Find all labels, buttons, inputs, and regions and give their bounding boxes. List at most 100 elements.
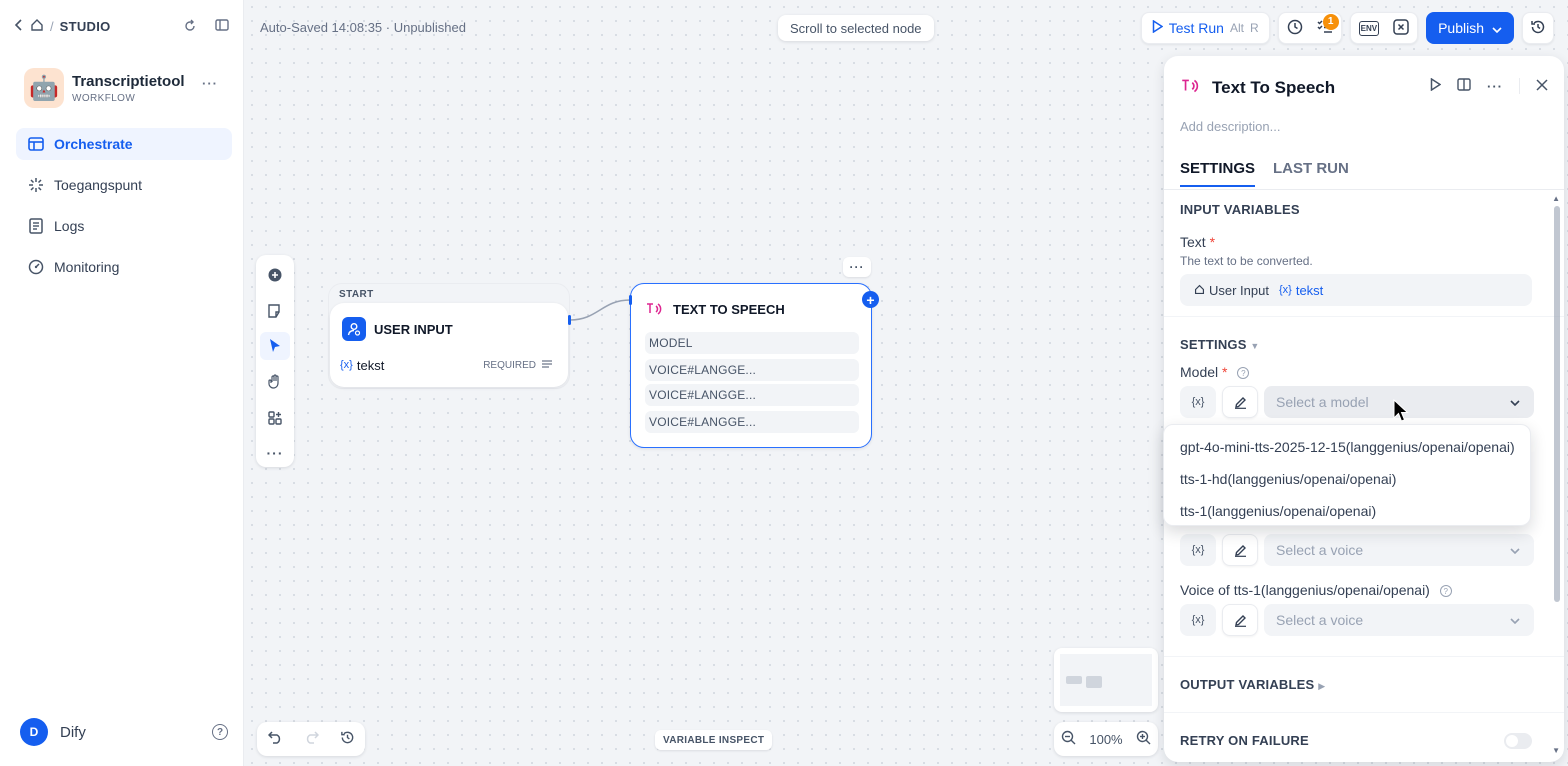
model-option[interactable]: tts-1-hd(langgenius/openai/openai)	[1164, 463, 1530, 495]
help-icon[interactable]: ?	[1439, 585, 1452, 598]
required-mark: *	[1209, 234, 1216, 250]
add-node-icon[interactable]	[260, 261, 290, 289]
variable-mode-button[interactable]: {x}	[1180, 386, 1216, 418]
app-card[interactable]: 🤖 Transcriptietool WORKFLOW ···	[24, 68, 224, 108]
node-header: TEXT TO SPEECH	[643, 298, 785, 320]
model-dropdown: gpt-4o-mini-tts-2025-12-15(langgenius/op…	[1163, 424, 1531, 526]
edit-mode-button[interactable]	[1222, 386, 1258, 418]
run-tools-group: 1	[1277, 12, 1342, 44]
variable-mode-button[interactable]: {x}	[1180, 604, 1216, 636]
version-history-button[interactable]	[1522, 12, 1554, 44]
hand-icon[interactable]	[260, 368, 290, 396]
text-field-label: Text *	[1180, 234, 1215, 250]
text-to-speech-node[interactable]: TEXT TO SPEECH MODEL VOICE#LANGGE... VOI…	[630, 283, 872, 448]
undo-icon[interactable]	[267, 730, 283, 748]
settings-section-title[interactable]: SETTINGS ▼	[1180, 337, 1260, 352]
panel-scrollbar[interactable]	[1554, 206, 1560, 602]
voice-select-2[interactable]: Select a voice	[1264, 534, 1534, 566]
redo-icon[interactable]	[304, 730, 319, 748]
zoom-level[interactable]: 100%	[1089, 732, 1122, 747]
chevron-down-icon	[1510, 395, 1520, 409]
node-field-model: MODEL	[645, 332, 859, 354]
back-chevron-icon[interactable]	[14, 19, 24, 34]
more-tools-icon[interactable]: ···	[260, 439, 290, 467]
text-lines-icon	[542, 359, 552, 371]
app-robot-icon: 🤖	[24, 68, 64, 108]
undo-redo-bar	[257, 722, 365, 756]
run-history-icon[interactable]	[1287, 19, 1303, 38]
minimap[interactable]	[1054, 648, 1158, 712]
env-icon[interactable]: ENV	[1358, 20, 1380, 36]
home-icon[interactable]	[30, 18, 44, 35]
add-next-node-icon[interactable]: +	[862, 291, 879, 308]
source-handle[interactable]	[568, 315, 571, 325]
variable-inspect-button[interactable]: VARIABLE INSPECT	[655, 730, 773, 750]
publish-button[interactable]: Publish	[1426, 12, 1514, 44]
panel-title[interactable]: Text To Speech	[1212, 78, 1335, 98]
organize-icon[interactable]	[260, 404, 290, 432]
required-tag: REQUIRED	[483, 360, 552, 371]
tab-settings[interactable]: SETTINGS	[1180, 160, 1256, 187]
tab-last-run[interactable]: LAST RUN	[1273, 160, 1349, 187]
studio-link[interactable]: STUDIO	[60, 19, 111, 34]
user-input-node[interactable]: USER INPUT {x} tekst REQUIRED	[330, 303, 568, 387]
variable-icon: {x}	[1278, 284, 1292, 296]
zoom-out-icon[interactable]	[1061, 730, 1076, 748]
more-icon[interactable]: ···	[202, 76, 218, 91]
close-icon[interactable]	[1536, 78, 1548, 94]
model-control-row: {x} Select a model	[1180, 386, 1534, 418]
model-option[interactable]: gpt-4o-mini-tts-2025-12-15(langgenius/op…	[1164, 431, 1530, 463]
split-view-icon[interactable]	[1457, 78, 1471, 94]
node-field-voice-1: VOICE#LANGGE...	[645, 359, 859, 381]
retry-title: RETRY ON FAILURE	[1180, 733, 1309, 748]
add-note-icon[interactable]	[260, 297, 290, 325]
collapse-sidebar-icon[interactable]	[215, 19, 229, 36]
start-variable-row: {x} tekst REQUIRED	[340, 353, 558, 377]
scroll-down-icon[interactable]: ▼	[1552, 746, 1560, 755]
text-to-speech-icon	[643, 298, 665, 320]
chevron-down-icon	[1510, 543, 1520, 557]
node-more-button[interactable]: ···	[843, 257, 871, 277]
sidebar-item-toegangspunt[interactable]: Toegangspunt	[16, 169, 232, 201]
scroll-up-icon[interactable]: ▲	[1552, 194, 1560, 203]
logs-icon	[28, 218, 44, 234]
minimap-viewport	[1060, 654, 1152, 706]
header-divider	[1519, 78, 1520, 94]
edit-mode-button[interactable]	[1222, 534, 1258, 566]
avatar: D	[20, 718, 48, 746]
target-handle[interactable]	[629, 295, 632, 305]
retry-toggle[interactable]	[1504, 733, 1532, 749]
model-option[interactable]: tts-1(langgenius/openai/openai)	[1164, 495, 1530, 527]
history-icon[interactable]	[340, 730, 355, 749]
run-node-icon[interactable]	[1430, 77, 1442, 94]
sidebar-item-logs[interactable]: Logs	[16, 210, 232, 242]
required-label: REQUIRED	[483, 359, 536, 371]
edit-mode-button[interactable]	[1222, 604, 1258, 636]
zoom-in-icon[interactable]	[1136, 730, 1151, 748]
test-run-button[interactable]: Test Run Alt R	[1140, 12, 1270, 44]
app-kind: WORKFLOW	[72, 92, 136, 104]
sync-icon[interactable]	[183, 19, 197, 36]
user-row[interactable]: D Dify ?	[20, 718, 228, 746]
pointer-icon[interactable]	[260, 332, 290, 361]
variable-name: tekst	[1295, 282, 1324, 298]
zoom-control: 100%	[1054, 722, 1158, 756]
help-icon[interactable]: ?	[212, 724, 228, 740]
help-icon[interactable]: ?	[1237, 367, 1250, 380]
edge-connection	[569, 299, 631, 321]
text-variable-selector[interactable]: User Input {x} tekst	[1180, 274, 1532, 306]
variable-icon[interactable]	[1393, 18, 1409, 38]
node-title: USER INPUT	[374, 321, 453, 337]
header-actions: Test Run Alt R 1 ENV Publish	[1140, 12, 1554, 44]
output-variables-toggle[interactable]: OUTPUT VARIABLES ▶	[1180, 677, 1325, 692]
sidebar-item-label: Logs	[54, 218, 85, 234]
scroll-to-selected-button[interactable]: Scroll to selected node	[778, 15, 934, 41]
variable-mode-button[interactable]: {x}	[1180, 534, 1216, 566]
sidebar-item-orchestrate[interactable]: Orchestrate	[16, 128, 232, 160]
checklist-icon[interactable]: 1	[1317, 13, 1339, 37]
voice-field-label-3: Voice of tts-1(langgenius/openai/openai)…	[1180, 582, 1452, 598]
sidebar-item-monitoring[interactable]: Monitoring	[16, 251, 232, 283]
description-input[interactable]: Add description...	[1180, 119, 1280, 134]
more-icon[interactable]: ···	[1487, 79, 1503, 94]
voice-select-3[interactable]: Select a voice	[1264, 604, 1534, 636]
